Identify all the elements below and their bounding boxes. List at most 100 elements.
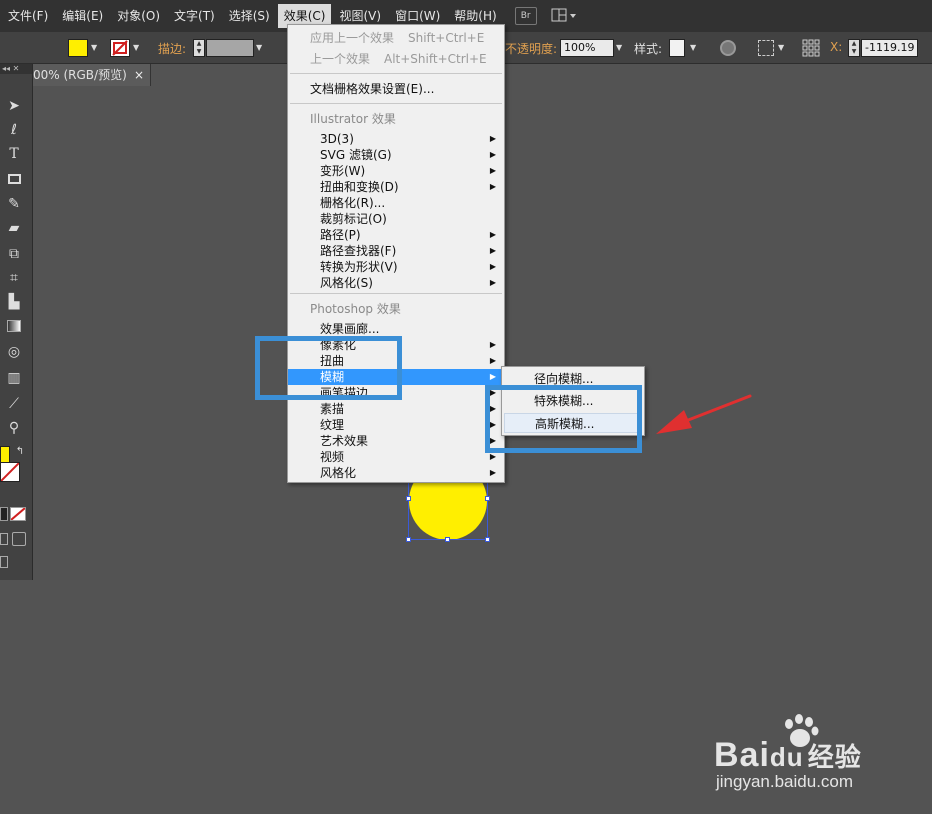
stroke-color-swatch[interactable] [0,462,20,482]
screen-mode-icon[interactable] [0,556,8,568]
submenu-arrow-icon: ▶ [489,134,496,143]
stroke-swatch[interactable] [110,39,130,57]
menu-item-stylize-ps[interactable]: 风格化 ▶ [288,465,504,481]
menu-item-label: 文档栅格效果设置(E)... [310,82,435,96]
x-field[interactable]: -1119.19 [861,39,918,57]
transform-icon[interactable] [758,40,774,56]
bridge-button[interactable]: Br [514,7,537,25]
swap-colors-icon[interactable]: ↰ [10,442,30,462]
menu-item-sketch[interactable]: 素描 ▶ [288,401,504,417]
selection-handle[interactable] [485,537,490,542]
selection-handle[interactable] [485,496,490,501]
lasso-tool-icon[interactable]: ℓ [4,120,24,140]
menu-item-artistic[interactable]: 艺术效果 ▶ [288,433,504,449]
chevron-down-icon[interactable]: ▼ [91,43,97,52]
baidu-jingyan-watermark: Baidu 经验 jingyan.baidu.com [714,714,884,794]
menu-item-warp[interactable]: 变形(W) ▶ [288,163,504,179]
selection-tool-icon[interactable]: ➤ [4,96,24,116]
reference-point-icon[interactable] [802,39,820,57]
blend-tool-icon[interactable]: ◎ [4,342,24,362]
none-mode-button[interactable] [10,507,26,521]
menu-item-label: 扭曲和变换(D) [320,180,399,194]
menu-item-rasterize[interactable]: 栅格化(R)... [288,195,504,211]
menu-separator [290,293,502,294]
menu-item-label: 3D(3) [320,132,354,146]
zoom-tool-icon[interactable]: ⚲ [4,418,24,438]
menu-item-apply-last-effect: 应用上一个效果 Shift+Ctrl+E [288,30,504,46]
opacity-label: 不透明度: [505,42,558,56]
annotation-box-gaussian [485,385,642,453]
menu-item-crop-marks[interactable]: 裁剪标记(O) [288,211,504,227]
chevron-down-icon[interactable]: ▼ [778,43,784,52]
graph-tool-icon[interactable]: ▥ [4,368,24,388]
menu-type[interactable]: 文字(T) [168,4,221,28]
menu-item-label: 路径(P) [320,228,361,242]
rectangle-tool-icon[interactable] [4,170,24,190]
chevron-down-icon[interactable]: ▼ [133,43,139,52]
submenu-arrow-icon: ▶ [489,166,496,175]
scale-tool-icon[interactable]: ⧉ [4,244,24,264]
eraser-tool-icon[interactable]: ▰ [4,218,24,238]
menu-object[interactable]: 对象(O) [111,4,166,28]
no-stroke-icon [112,40,128,56]
document-tab[interactable]: 00% (RGB/预览) × [33,64,151,86]
color-mode-button[interactable] [0,507,8,521]
menu-file[interactable]: 文件(F) [2,4,54,28]
menu-item-distort-transform[interactable]: 扭曲和变换(D) ▶ [288,179,504,195]
watermark-brand: Baidu 经验 [714,736,862,775]
menu-item-label: 效果画廊... [320,322,380,336]
close-icon[interactable]: × [134,64,144,86]
submenu-arrow-icon: ▶ [489,278,496,287]
submenu-arrow-icon: ▶ [489,150,496,159]
menu-item-video[interactable]: 视频 ▶ [288,449,504,465]
stroke-weight-stepper[interactable]: ▲ ▼ [193,39,205,57]
menu-shortcut: Shift+Ctrl+E [408,31,485,45]
chevron-down-icon[interactable]: ▼ [256,43,262,52]
type-tool-icon[interactable]: T [4,144,24,164]
menu-item-convert-to-shape[interactable]: 转换为形状(V) ▶ [288,259,504,275]
menu-select[interactable]: 选择(S) [223,4,276,28]
style-swatch[interactable] [669,39,685,57]
selection-handle[interactable] [406,537,411,542]
chevron-down-icon[interactable]: ▼ [616,43,622,52]
fill-swatch[interactable] [68,39,88,57]
menu-item-label: 栅格化(R)... [320,196,386,210]
tools-panel-collapse-icon[interactable]: ◂◂ ✕ [0,64,32,74]
stroke-weight-field[interactable] [206,39,254,57]
watermark-brand-bai: Bai [714,736,770,774]
menu-item-stylize-ai[interactable]: 风格化(S) ▶ [288,275,504,291]
x-label: X: [830,40,843,54]
menu-edit[interactable]: 编辑(E) [56,4,109,28]
menu-item-pathfinder[interactable]: 路径查找器(F) ▶ [288,243,504,259]
menu-item-effect-gallery[interactable]: 效果画廊... [288,321,504,337]
menu-item-svg-filters[interactable]: SVG 滤镜(G) ▶ [288,147,504,163]
draw-mode-icon[interactable] [0,533,8,545]
watermark-brand-du: du [769,742,804,772]
menu-item-path[interactable]: 路径(P) ▶ [288,227,504,243]
menu-item-label: SVG 滤镜(G) [320,148,392,162]
slice-tool-icon[interactable]: ⟋ [4,394,24,414]
workspace-layout-icon[interactable] [551,8,579,24]
menu-item-raster-settings[interactable]: 文档栅格效果设置(E)... [288,81,504,97]
selection-handle[interactable] [445,537,450,542]
menu-shortcut: Alt+Shift+Ctrl+E [384,52,487,66]
recolor-icon[interactable] [720,40,736,56]
menu-item-3d[interactable]: 3D(3) ▶ [288,131,504,147]
opacity-field[interactable]: 100% [560,39,614,57]
tools-panel: ◂◂ ✕ ➤ ℓ T ✎ ▰ ⧉ ⌗ ▙ ◎ ▥ ⟋ ⚲ ↰ [0,64,33,580]
shape-builder-tool-icon[interactable]: ▙ [4,292,24,312]
gradient-tool-icon[interactable] [4,318,24,338]
menu-item-texture[interactable]: 纹理 ▶ [288,417,504,433]
annotation-box-blur [255,336,402,400]
chevron-down-icon[interactable]: ▼ [690,43,696,52]
brush-tool-icon[interactable]: ✎ [4,194,24,214]
menu-item-label: 路径查找器(F) [320,244,397,258]
free-transform-tool-icon[interactable]: ⌗ [4,268,24,288]
draw-behind-icon[interactable] [12,532,26,546]
menu-item-label: 转换为形状(V) [320,260,398,274]
x-stepper[interactable]: ▲ ▼ [848,39,860,57]
submenu-arrow-icon: ▶ [489,340,496,349]
submenu-arrow-icon: ▶ [489,262,496,271]
menu-item-label: 纹理 [320,418,345,432]
selection-handle[interactable] [406,496,411,501]
